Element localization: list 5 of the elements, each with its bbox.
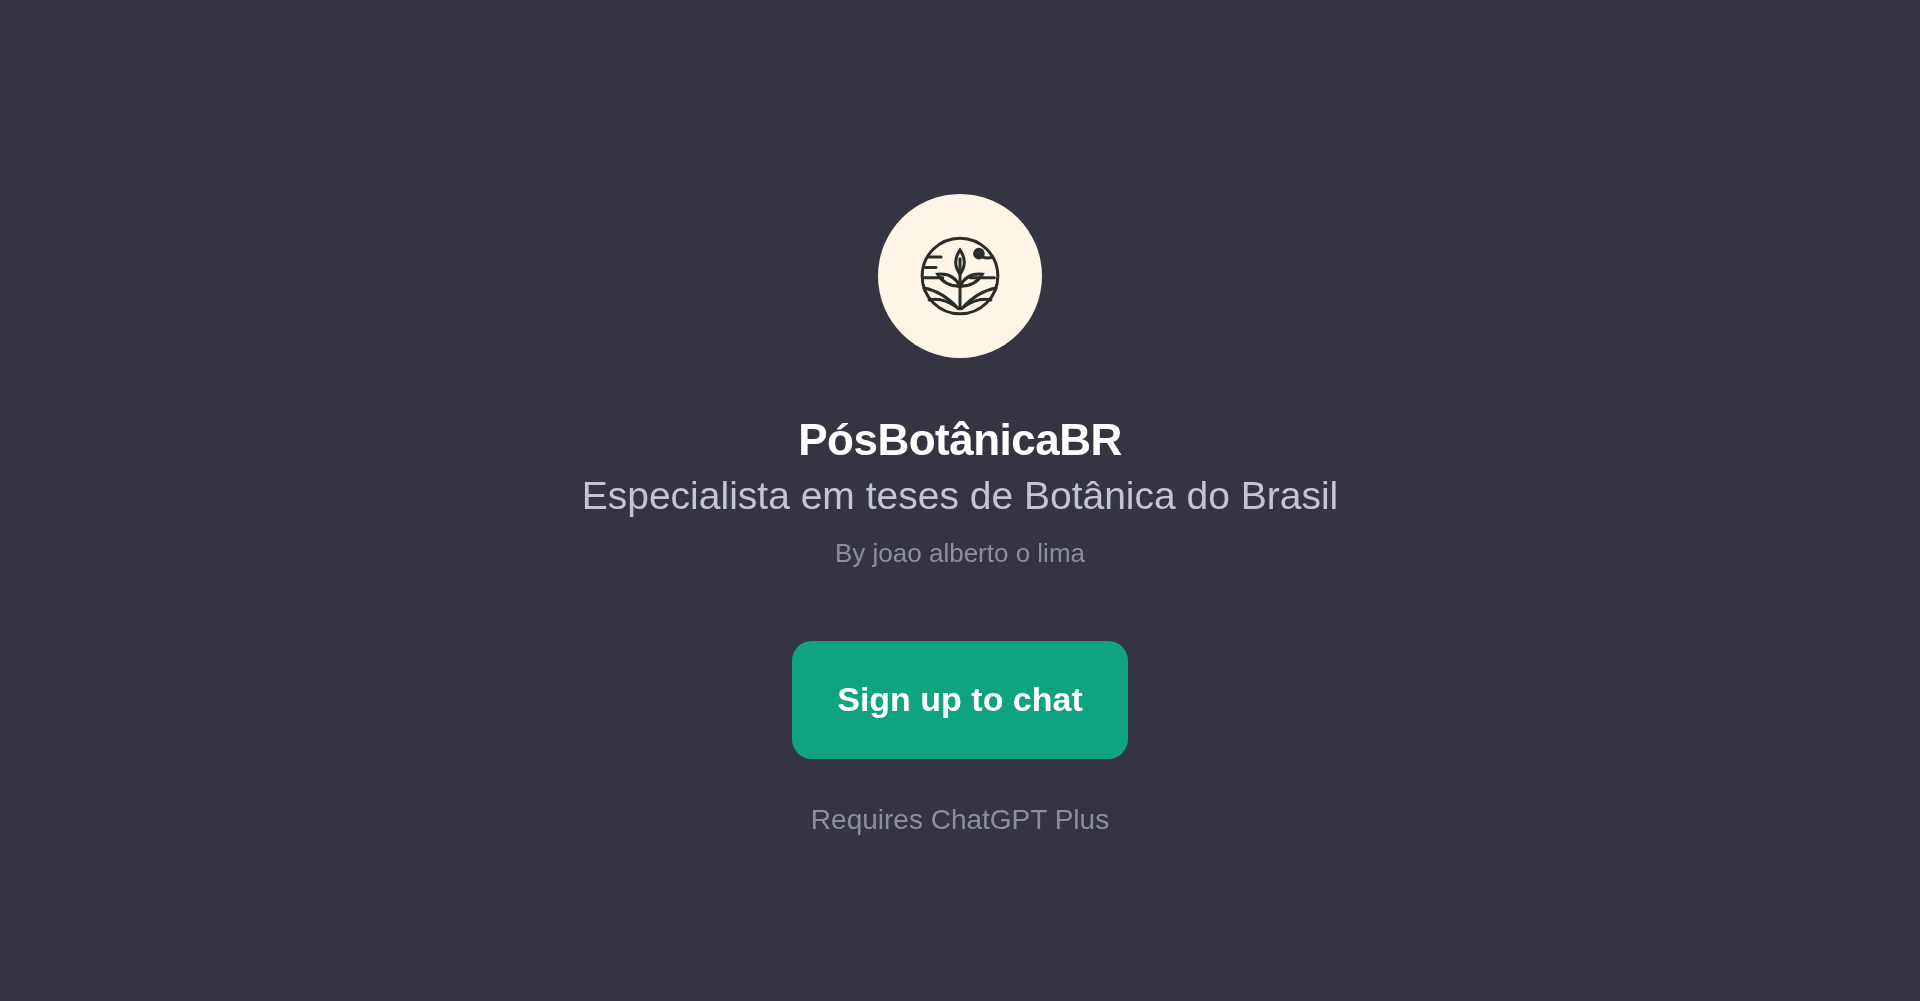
author-line: By joao alberto o lima bbox=[835, 536, 1085, 570]
gpt-description: Especialista em teses de Botânica do Brasil bbox=[581, 472, 1339, 519]
signup-button[interactable]: Sign up to chat bbox=[792, 640, 1128, 759]
requirement-note: Requires ChatGPT Plus bbox=[810, 802, 1110, 837]
gpt-title: PósBotânicaBR bbox=[798, 414, 1122, 466]
